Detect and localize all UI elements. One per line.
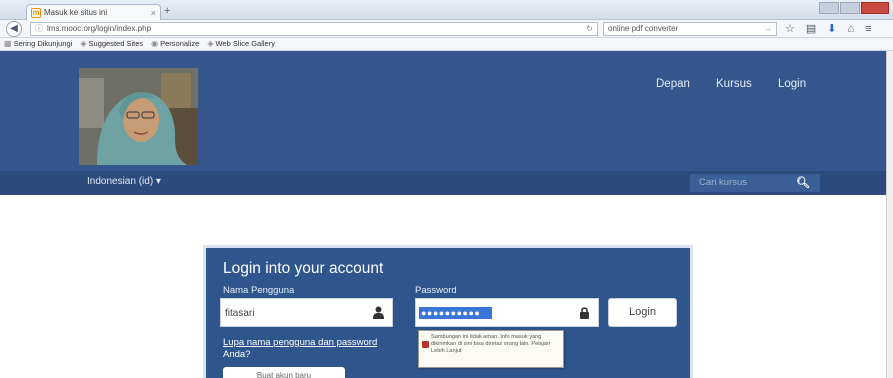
browser-search-box[interactable]: online pdf converter → bbox=[603, 22, 777, 36]
user-icon bbox=[373, 306, 384, 319]
bookmark-item[interactable]: ▦ Sering Dikunjungi bbox=[4, 38, 72, 50]
close-window-button[interactable] bbox=[861, 2, 889, 14]
url-text: lms.mooc.org/login/index.php bbox=[47, 24, 152, 33]
minimize-button[interactable] bbox=[819, 2, 839, 14]
star-icon[interactable]: ☆ bbox=[785, 21, 795, 37]
nav-link-depan[interactable]: Depan bbox=[656, 78, 690, 90]
insecure-login-warning: Sambungan ini tidak aman. Info masuk yan… bbox=[418, 330, 564, 368]
tab-close-icon[interactable]: × bbox=[151, 8, 156, 18]
password-label: Password bbox=[415, 285, 457, 296]
tab-title: Masuk ke situs ini bbox=[44, 8, 108, 17]
browser-window: m Masuk ke situs ini × + ◀ ⓘ lms.mooc.or… bbox=[0, 0, 893, 378]
maximize-button[interactable] bbox=[840, 2, 860, 14]
forgot-credentials: Lupa nama pengguna dan password Anda? bbox=[223, 337, 398, 361]
menu-icon[interactable]: ≡ bbox=[865, 21, 871, 37]
address-bar[interactable]: ⓘ lms.mooc.org/login/index.php ↻ bbox=[30, 22, 598, 36]
back-arrow-icon[interactable]: ◀ bbox=[6, 21, 22, 37]
bookmark-page-icon: ◈ bbox=[207, 39, 214, 48]
bookmark-item[interactable]: ◉ Personalize bbox=[151, 38, 199, 50]
nav-link-login[interactable]: Login bbox=[778, 78, 806, 90]
download-icon[interactable]: ⬇ bbox=[827, 21, 836, 37]
new-tab-icon[interactable]: + bbox=[164, 5, 170, 17]
bookmark-item[interactable]: ◈ Web Slice Gallery bbox=[207, 38, 275, 50]
window-controls bbox=[819, 2, 889, 14]
password-mask: ●●●●●●●●●● bbox=[419, 307, 492, 319]
nav-link-kursus[interactable]: Kursus bbox=[716, 78, 752, 90]
warning-text: Sambungan ini tidak aman. Info masuk yan… bbox=[431, 334, 551, 354]
create-account-button[interactable]: Buat akun baru bbox=[223, 367, 345, 378]
course-search-input[interactable]: Cari kursus 🔍︎ bbox=[690, 174, 820, 192]
login-panel: Login into your account Nama Pengguna fi… bbox=[203, 245, 693, 378]
reload-icon[interactable]: ↻ bbox=[586, 23, 593, 35]
bookmarks-bar: ▦ Sering Dikunjungi ◈ Suggested Sites ◉ Per… bbox=[0, 38, 893, 51]
library-icon[interactable]: ▤ bbox=[806, 21, 816, 37]
browser-toolbar: ◀ ⓘ lms.mooc.org/login/index.php ↻ onlin… bbox=[0, 20, 893, 38]
lock-icon bbox=[580, 307, 589, 319]
login-button[interactable]: Login bbox=[608, 298, 677, 327]
language-selector[interactable]: Indonesian (id) ▾ bbox=[87, 176, 161, 187]
bookmark-page-icon: ◈ bbox=[80, 39, 87, 48]
insecure-lock-icon bbox=[422, 341, 429, 348]
home-icon[interactable]: ⌂ bbox=[848, 21, 855, 37]
password-field[interactable]: ●●●●●●●●●● bbox=[415, 298, 599, 327]
site-subbar: Indonesian (id) ▾ Cari kursus 🔍︎ bbox=[0, 171, 893, 195]
course-search-placeholder: Cari kursus bbox=[699, 177, 748, 188]
search-icon[interactable]: 🔍︎ bbox=[796, 174, 810, 192]
browser-tab[interactable]: m Masuk ke situs ini × bbox=[26, 4, 161, 20]
scrollbar[interactable] bbox=[886, 51, 893, 378]
toolbar-icons: ☆ ▤ ⬇ ⌂ ≡ bbox=[785, 21, 872, 37]
username-label: Nama Pengguna bbox=[223, 285, 295, 296]
moodle-favicon-icon: m bbox=[31, 7, 41, 18]
username-value: fitasari bbox=[225, 308, 255, 319]
bookmark-item[interactable]: ◈ Suggested Sites bbox=[80, 38, 143, 50]
login-title: Login into your account bbox=[223, 260, 384, 277]
bookmark-page-icon: ◉ bbox=[151, 39, 159, 48]
search-text: online pdf converter bbox=[608, 24, 679, 33]
username-field[interactable]: fitasari bbox=[220, 298, 393, 327]
site-header: Depan Kursus Login bbox=[0, 51, 893, 171]
forgot-password-link[interactable]: Lupa nama pengguna dan password bbox=[223, 337, 377, 348]
search-go-icon[interactable]: → bbox=[764, 23, 772, 35]
forgot-suffix: Anda? bbox=[223, 349, 251, 360]
top-nav: Depan Kursus Login bbox=[0, 78, 893, 92]
bookmark-folder-icon: ▦ bbox=[4, 39, 12, 48]
tab-bar: m Masuk ke situs ini × + bbox=[0, 0, 893, 20]
site-info-icon[interactable]: ⓘ bbox=[35, 23, 43, 35]
